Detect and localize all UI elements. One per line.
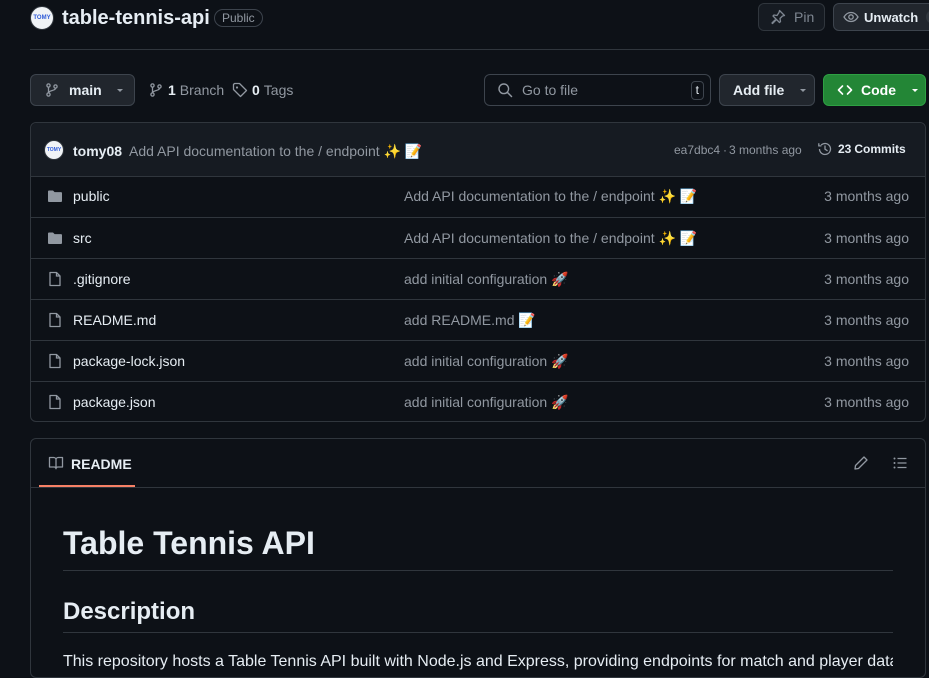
file-commit-age: 3 months ago [824, 312, 909, 328]
branches-count: 1 [168, 82, 176, 98]
file-row[interactable]: public Add API documentation to the / en… [31, 176, 925, 217]
file-commit-age: 3 months ago [824, 230, 909, 246]
commit-message[interactable]: Add API documentation to the / endpoint … [129, 143, 422, 160]
commit-separator: · [723, 143, 727, 157]
visibility-badge: Public [214, 9, 263, 27]
file-commit-message[interactable]: add initial configuration 🚀 [404, 394, 569, 411]
file-commit-age: 3 months ago [824, 394, 909, 410]
go-to-file-input[interactable]: Go to file t [484, 74, 711, 106]
file-commit-age: 3 months ago [824, 188, 909, 204]
heading-1-rule [63, 570, 893, 571]
latest-commit-bar: TOMY tomy08 Add API documentation to the… [31, 123, 925, 177]
go-to-file-placeholder: Go to file [522, 82, 579, 98]
owner-avatar[interactable]: TOMY [30, 6, 54, 30]
file-icon [47, 312, 63, 328]
file-commit-age: 3 months ago [824, 353, 909, 369]
commit-age: 3 months ago [729, 143, 802, 157]
commits-label: Commits [854, 142, 906, 156]
caret-down-icon [115, 85, 125, 95]
readme-tab-label: README [71, 456, 132, 472]
tags-count: 0 [252, 82, 260, 98]
file-commit-message[interactable]: add initial configuration 🚀 [404, 353, 569, 370]
file-icon [47, 394, 63, 410]
readme-tab[interactable]: README [39, 439, 135, 487]
branch-icon [44, 82, 60, 98]
branch-selector[interactable]: main [30, 74, 135, 106]
branches-label: Branch [179, 82, 225, 98]
repo-name-link[interactable]: table-tennis-api [62, 7, 210, 30]
file-name-link[interactable]: src [73, 230, 92, 246]
commit-author[interactable]: tomy08 [73, 143, 122, 159]
file-row[interactable]: package-lock.json add initial configurat… [31, 340, 925, 382]
unwatch-label: Unwatch [864, 9, 919, 25]
add-file-button[interactable]: Add file [719, 74, 815, 106]
edit-pencil-icon[interactable] [853, 455, 869, 471]
unwatch-button[interactable]: Unwatch 1 [833, 3, 929, 31]
code-label: Code [861, 82, 896, 98]
file-row[interactable]: src Add API documentation to the / endpo… [31, 217, 925, 259]
header-divider [30, 49, 929, 50]
search-icon [497, 82, 513, 98]
history-icon [817, 141, 833, 157]
code-icon [837, 82, 853, 98]
tags-link[interactable]: 0 Tags [232, 82, 293, 98]
book-icon [48, 455, 64, 471]
file-name-link[interactable]: README.md [73, 312, 156, 328]
file-name-link[interactable]: public [73, 188, 110, 204]
branch-icon [148, 82, 164, 98]
eye-icon [843, 9, 859, 25]
file-browser: TOMY tomy08 Add API documentation to the… [30, 122, 926, 422]
file-row[interactable]: .gitignore add initial configuration 🚀 3… [31, 258, 925, 300]
pin-button[interactable]: Pin [758, 3, 825, 31]
file-row[interactable]: package.json add initial configuration 🚀… [31, 381, 925, 423]
folder-icon [47, 188, 63, 204]
tag-icon [232, 82, 248, 98]
file-icon [47, 353, 63, 369]
readme-header-divider [31, 487, 925, 488]
code-button[interactable]: Code [823, 74, 926, 106]
commits-link[interactable]: 23 Commits [817, 141, 906, 157]
file-commit-message[interactable]: Add API documentation to the / endpoint … [404, 230, 697, 247]
add-file-label: Add file [733, 82, 785, 98]
commit-author-avatar[interactable]: TOMY [44, 140, 64, 160]
file-name-link[interactable]: package-lock.json [73, 353, 185, 369]
file-commit-message[interactable]: add README.md 📝 [404, 312, 536, 329]
folder-icon [47, 230, 63, 246]
file-name-link[interactable]: package.json [73, 394, 156, 410]
shortcut-key: t [690, 81, 704, 100]
file-name-link[interactable]: .gitignore [73, 271, 131, 287]
file-commit-age: 3 months ago [824, 271, 909, 287]
caret-down-icon [910, 85, 920, 95]
readme-heading-1: Table Tennis API [63, 525, 315, 561]
file-icon [47, 271, 63, 287]
file-list: public Add API documentation to the / en… [31, 176, 925, 421]
outline-list-icon[interactable] [892, 455, 908, 471]
pin-icon [770, 9, 786, 25]
file-commit-message[interactable]: Add API documentation to the / endpoint … [404, 188, 697, 205]
commit-hash[interactable]: ea7dbc4 [674, 143, 720, 157]
pin-label: Pin [794, 9, 815, 25]
branches-link[interactable]: 1 Branch [148, 82, 224, 98]
heading-2-rule [63, 632, 893, 633]
readme-panel: README Table Tennis API Description This… [30, 438, 926, 678]
readme-paragraph: This repository hosts a Table Tennis API… [63, 653, 893, 670]
caret-down-icon [798, 85, 808, 95]
file-commit-message[interactable]: add initial configuration 🚀 [404, 271, 569, 288]
tags-label: Tags [263, 82, 294, 98]
file-row[interactable]: README.md add README.md 📝 3 months ago [31, 299, 925, 341]
commits-count: 23 [838, 142, 852, 156]
branch-selected-label: main [69, 82, 102, 98]
readme-heading-2: Description [63, 598, 196, 625]
